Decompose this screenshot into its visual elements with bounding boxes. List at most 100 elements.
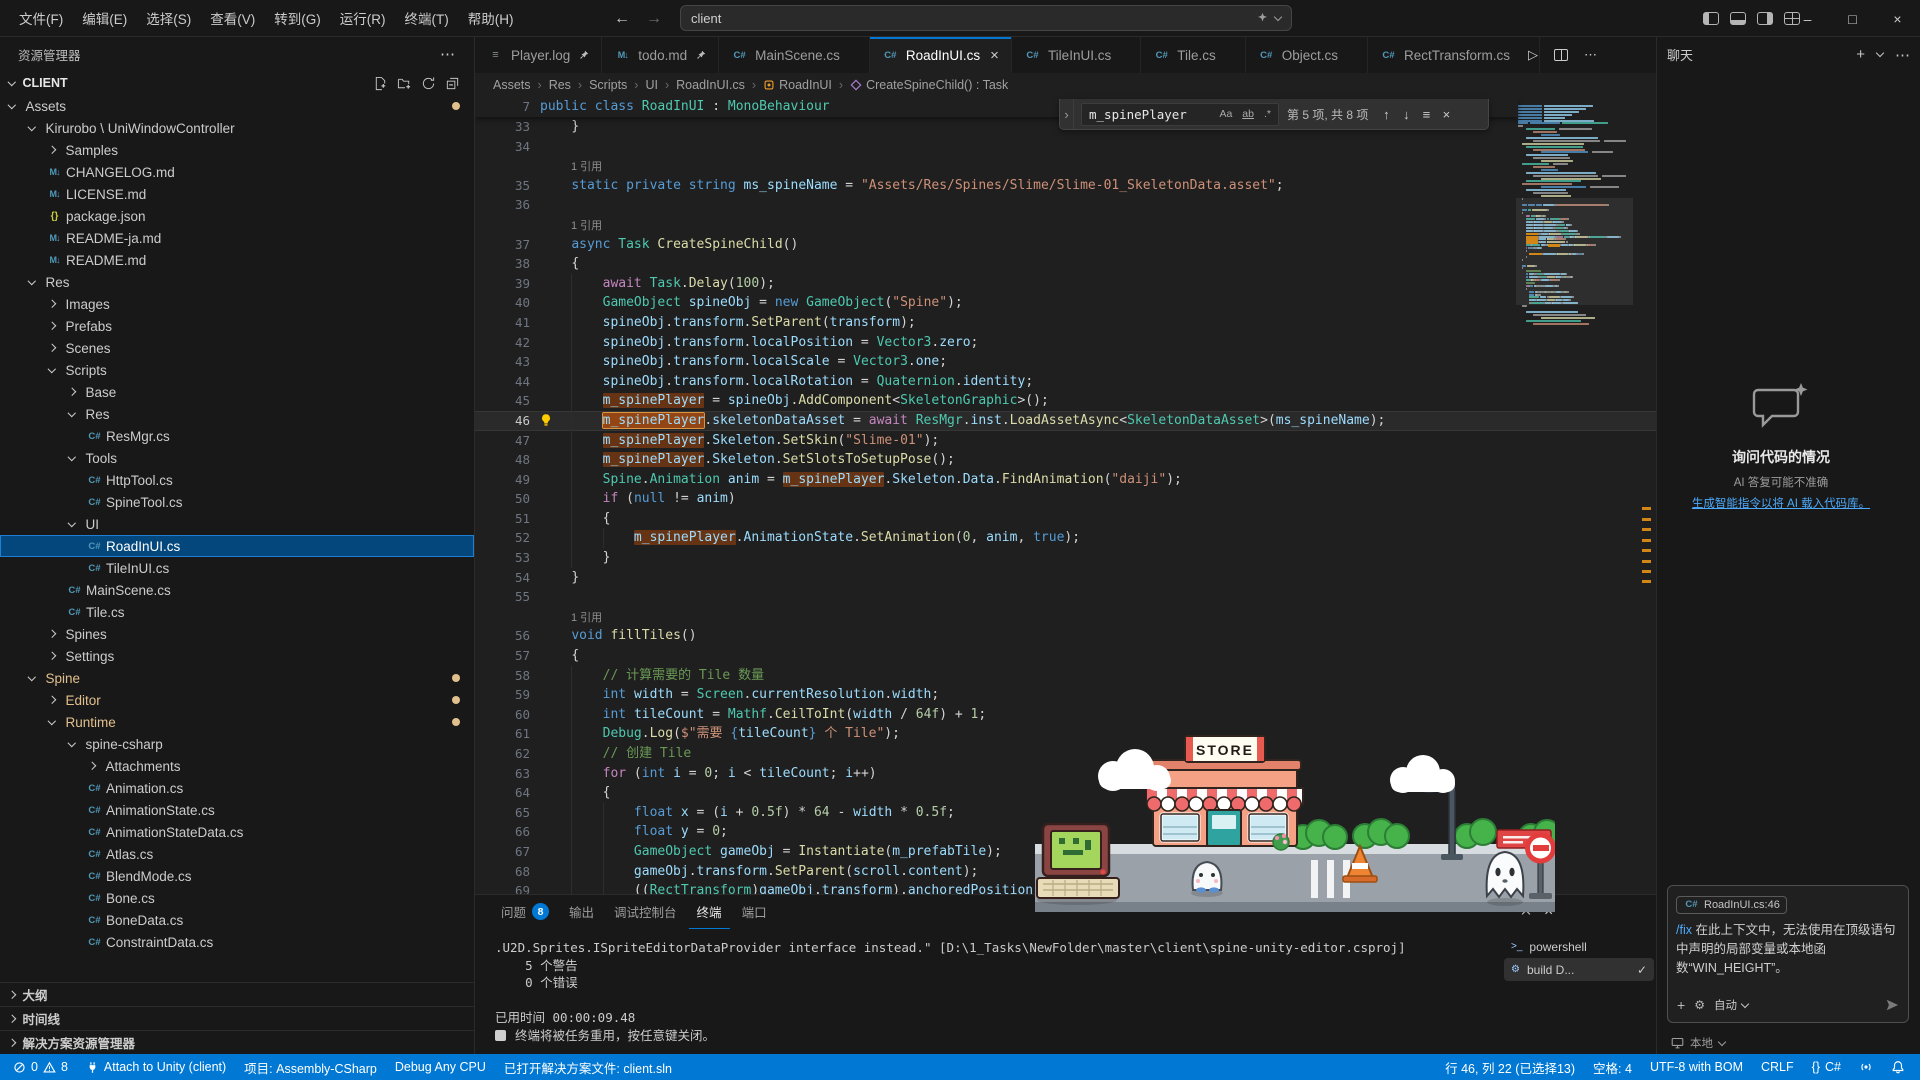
- tree-folder-spine-csharp[interactable]: spine-csharp: [0, 733, 474, 755]
- forward-icon[interactable]: →: [646, 10, 662, 28]
- toggle-secondary-sidebar-icon[interactable]: [1757, 12, 1773, 25]
- tree-folder-samples[interactable]: Samples: [0, 139, 474, 161]
- tree-file-roadinui-cs[interactable]: C#RoadInUI.cs: [0, 535, 474, 557]
- tab-recttransform-cs[interactable]: C#RectTransform.cs: [1368, 37, 1540, 73]
- context-chip[interactable]: C# RoadInUI.cs:46: [1676, 896, 1787, 914]
- code-line[interactable]: 61 Debug.Log($"需要 {tileCount} 个 Tile");: [475, 724, 1656, 744]
- back-icon[interactable]: ←: [614, 10, 630, 28]
- tree-folder-res[interactable]: Res: [0, 271, 474, 293]
- code-line[interactable]: 69 ((RectTransform)gameObj.transform).an…: [475, 881, 1656, 894]
- tree-folder-settings[interactable]: Settings: [0, 645, 474, 667]
- toggle-replace-chevron[interactable]: ›: [1060, 99, 1074, 129]
- tree-folder-kirurobo-uniwindowcontroller[interactable]: Kirurobo \ UniWindowController: [0, 117, 474, 139]
- tree-folder-assets[interactable]: Assets: [0, 95, 474, 117]
- breadcrumb-item[interactable]: Scripts: [589, 78, 627, 92]
- code-line[interactable]: 68 gameObj.transform.SetParent(scroll.co…: [475, 862, 1656, 882]
- more-actions-icon[interactable]: ⋯: [1584, 47, 1597, 63]
- code-line[interactable]: 58 // 计算需要的 Tile 数量: [475, 666, 1656, 686]
- tab-player-log[interactable]: ≡Player.log: [475, 37, 602, 73]
- find-input[interactable]: m_spinePlayer Aa ab .*: [1081, 103, 1279, 126]
- panel-tab-[interactable]: 调试控制台: [606, 895, 685, 929]
- menu-item[interactable]: 编辑(E): [73, 4, 136, 32]
- code-line[interactable]: 67 GameObject gameObj = Instantiate(m_pr…: [475, 842, 1656, 862]
- tab-tileinui-cs[interactable]: C#TileInUI.cs: [1012, 37, 1141, 73]
- run-icon[interactable]: ▷: [1528, 47, 1538, 63]
- chat-welcome-link[interactable]: 生成智能指令以将 AI 载入代码库。: [1667, 495, 1895, 511]
- eol-setting[interactable]: CRLF: [1752, 1054, 1803, 1080]
- tree-file-httptool-cs[interactable]: C#HttpTool.cs: [0, 469, 474, 491]
- code-line[interactable]: 53 }: [475, 548, 1656, 568]
- code-line[interactable]: 42 spineObj.transform.localPosition = Ve…: [475, 333, 1656, 353]
- lightbulb-icon[interactable]: [539, 413, 553, 432]
- code-line[interactable]: 39 await Task.Delay(100);: [475, 274, 1656, 294]
- tree-folder-images[interactable]: Images: [0, 293, 474, 315]
- tree-file-readme-md[interactable]: M↓README.md: [0, 249, 474, 271]
- code-line[interactable]: 59 int width = Screen.currentResolution.…: [475, 685, 1656, 705]
- copilot-icon[interactable]: [1256, 12, 1269, 25]
- code-line[interactable]: 43 spineObj.transform.localScale = Vecto…: [475, 352, 1656, 372]
- pin-icon[interactable]: [579, 50, 589, 60]
- menu-item[interactable]: 查看(V): [201, 4, 264, 32]
- code-line[interactable]: 45 m_spinePlayer = spineObj.AddComponent…: [475, 391, 1656, 411]
- whole-word-toggle[interactable]: ab: [1239, 107, 1257, 121]
- code-line[interactable]: 34: [475, 137, 1656, 157]
- code-line[interactable]: 62 // 创建 Tile: [475, 744, 1656, 764]
- tree-file-resmgr-cs[interactable]: C#ResMgr.cs: [0, 425, 474, 447]
- build-configuration[interactable]: Debug Any CPU: [386, 1054, 495, 1080]
- menu-item[interactable]: 转到(G): [265, 4, 330, 32]
- send-icon[interactable]: [1885, 998, 1899, 1012]
- breadcrumb-item[interactable]: Assets: [493, 78, 531, 92]
- tree-file-atlas-cs[interactable]: C#Atlas.cs: [0, 843, 474, 865]
- tab-roadinui-cs[interactable]: C#RoadInUI.cs×: [870, 37, 1012, 73]
- close-icon[interactable]: ×: [990, 47, 999, 64]
- code-line[interactable]: 52 m_spinePlayer.AnimationState.SetAnima…: [475, 528, 1656, 548]
- close-panel-icon[interactable]: ×: [1544, 903, 1553, 921]
- pin-icon[interactable]: [696, 50, 706, 60]
- tree-file-bonedata-cs[interactable]: C#BoneData.cs: [0, 909, 474, 931]
- find-in-selection-icon[interactable]: ≡: [1416, 107, 1436, 122]
- tools-icon[interactable]: ⚙: [1694, 998, 1705, 1012]
- model-picker[interactable]: 自动: [1714, 997, 1748, 1013]
- code-line[interactable]: 40 GameObject spineObj = new GameObject(…: [475, 293, 1656, 313]
- add-context-icon[interactable]: +: [1677, 997, 1685, 1013]
- code-line[interactable]: 55: [475, 587, 1656, 607]
- project-selector[interactable]: 项目: Assembly-CSharp: [235, 1054, 386, 1080]
- tab-mainscene-cs[interactable]: C#MainScene.cs: [719, 37, 870, 73]
- solution-status[interactable]: 已打开解决方案文件: client.sln: [495, 1054, 681, 1080]
- tab-tile-cs[interactable]: C#Tile.cs: [1141, 37, 1246, 73]
- next-match-icon[interactable]: ↓: [1396, 107, 1416, 122]
- code-line[interactable]: 50 if (null != anim): [475, 489, 1656, 509]
- tree-file-animationstatedata-cs[interactable]: C#AnimationStateData.cs: [0, 821, 474, 843]
- maximize-panel-icon[interactable]: [1522, 909, 1530, 917]
- tree-folder-attachments[interactable]: Attachments: [0, 755, 474, 777]
- codelens-references[interactable]: 1 引用: [571, 217, 602, 233]
- indentation-setting[interactable]: 空格: 4: [1584, 1054, 1641, 1080]
- codelens-references[interactable]: 1 引用: [571, 609, 602, 625]
- code-line[interactable]: 60 int tileCount = Mathf.CeilToInt(width…: [475, 705, 1656, 725]
- menu-item[interactable]: 运行(R): [331, 4, 395, 32]
- sidebar-section[interactable]: 解决方案资源管理器: [0, 1030, 474, 1054]
- code-line[interactable]: 44 spineObj.transform.localRotation = Qu…: [475, 372, 1656, 392]
- minimize-button[interactable]: –: [1785, 0, 1830, 37]
- code-line[interactable]: 51 {: [475, 509, 1656, 529]
- more-actions-icon[interactable]: ⋯: [440, 45, 456, 63]
- code-line[interactable]: 41 spineObj.transform.SetParent(transfor…: [475, 313, 1656, 333]
- menu-item[interactable]: 文件(F): [10, 4, 72, 32]
- terminal-output[interactable]: .U2D.Sprites.ISpriteEditorDataProvider i…: [495, 939, 1488, 1044]
- tree-file-animation-cs[interactable]: C#Animation.cs: [0, 777, 474, 799]
- tree-folder-runtime[interactable]: Runtime: [0, 711, 474, 733]
- tree-file-constraintdata-cs[interactable]: C#ConstraintData.cs: [0, 931, 474, 953]
- code-line[interactable]: 49 Spine.Animation anim = m_spinePlayer.…: [475, 470, 1656, 490]
- tree-folder-spines[interactable]: Spines: [0, 623, 474, 645]
- sidebar-section[interactable]: 大纲: [0, 982, 474, 1006]
- sidebar-section[interactable]: 时间线: [0, 1006, 474, 1030]
- tree-file-package-json[interactable]: {}package.json: [0, 205, 474, 227]
- tree-file-tile-cs[interactable]: C#Tile.cs: [0, 601, 474, 623]
- new-file-icon[interactable]: [373, 76, 388, 91]
- tree-file-animationstate-cs[interactable]: C#AnimationState.cs: [0, 799, 474, 821]
- more-actions-icon[interactable]: ⋯: [1895, 46, 1910, 64]
- tab-object-cs[interactable]: C#Object.cs: [1246, 37, 1368, 73]
- code-line[interactable]: 57 {: [475, 646, 1656, 666]
- close-find-icon[interactable]: ×: [1436, 107, 1456, 122]
- tree-file-changelog-md[interactable]: M↓CHANGELOG.md: [0, 161, 474, 183]
